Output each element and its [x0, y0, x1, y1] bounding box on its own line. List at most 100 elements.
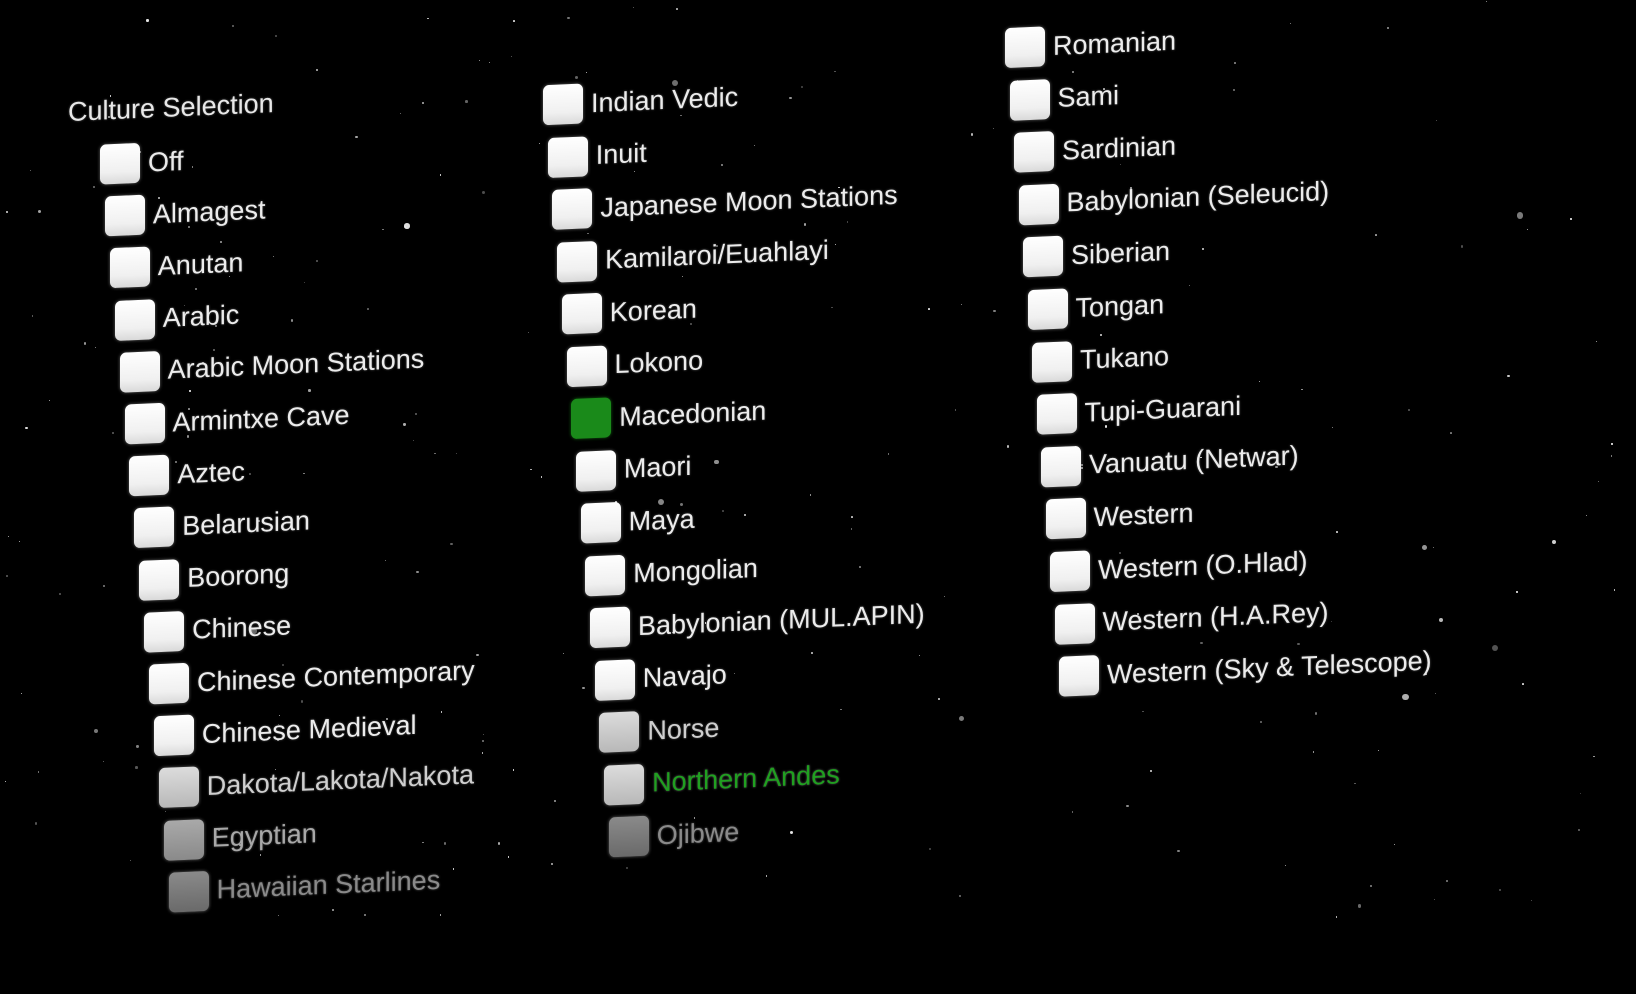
culture-checkbox[interactable]: [547, 135, 588, 178]
culture-checkbox[interactable]: [552, 188, 593, 230]
culture-option[interactable]: Western (O.Hlad): [1050, 537, 1308, 596]
culture-option[interactable]: Egyptian: [163, 810, 317, 865]
culture-checkbox[interactable]: [575, 449, 616, 492]
culture-checkbox[interactable]: [561, 292, 602, 335]
culture-option[interactable]: Mongolian: [585, 544, 758, 600]
culture-option[interactable]: Korean: [561, 285, 697, 339]
culture-checkbox[interactable]: [149, 662, 189, 705]
culture-checkbox[interactable]: [590, 606, 630, 649]
culture-option[interactable]: Maori: [575, 442, 692, 495]
culture-checkbox[interactable]: [566, 345, 607, 387]
culture-option[interactable]: Tongan: [1027, 280, 1164, 334]
culture-option[interactable]: Northern Andes: [604, 751, 840, 809]
culture-checkbox[interactable]: [543, 83, 583, 126]
culture-option[interactable]: Western (Sky & Telescope): [1059, 637, 1432, 701]
star: [675, 7, 678, 10]
culture-option[interactable]: Aztec: [129, 447, 245, 500]
culture-checkbox[interactable]: [139, 558, 180, 601]
culture-option-label: Anutan: [157, 247, 244, 282]
culture-checkbox[interactable]: [1050, 550, 1090, 593]
culture-checkbox[interactable]: [1009, 78, 1050, 121]
culture-checkbox[interactable]: [1027, 288, 1068, 331]
culture-option[interactable]: Chinese: [144, 602, 291, 656]
culture-checkbox[interactable]: [1018, 183, 1059, 226]
culture-checkbox[interactable]: [1041, 445, 1081, 488]
culture-checkbox[interactable]: [153, 714, 194, 757]
culture-checkbox[interactable]: [104, 194, 145, 237]
culture-option[interactable]: Siberian: [1023, 227, 1170, 281]
culture-option[interactable]: Babylonian (MUL.APIN): [590, 590, 925, 653]
culture-option[interactable]: Maya: [580, 495, 695, 548]
culture-option[interactable]: Anutan: [109, 239, 244, 293]
culture-option-label: Kamilaroi/Euahlayi: [605, 234, 829, 275]
culture-option[interactable]: Arabic: [114, 291, 240, 344]
culture-option[interactable]: Hawaiian Starlines: [168, 857, 440, 917]
culture-checkbox[interactable]: [1032, 340, 1072, 383]
culture-checkbox[interactable]: [144, 610, 185, 653]
culture-option[interactable]: Norse: [599, 704, 719, 757]
culture-checkbox[interactable]: [585, 554, 626, 596]
culture-option[interactable]: Off: [100, 137, 184, 189]
culture-option[interactable]: Romanian: [1005, 17, 1176, 72]
culture-checkbox[interactable]: [1036, 393, 1077, 435]
culture-option-label: Western (Sky & Telescope): [1107, 645, 1432, 690]
culture-option[interactable]: Vanuatu (Netwar): [1041, 432, 1299, 491]
culture-option-label: Japanese Moon Stations: [600, 179, 898, 223]
culture-option[interactable]: Sami: [1009, 72, 1119, 125]
culture-option[interactable]: Macedonian: [571, 387, 766, 444]
culture-option-label: Tupi-Guarani: [1084, 390, 1242, 428]
culture-checkbox[interactable]: [1014, 131, 1054, 173]
culture-option-label: Arabic: [162, 299, 240, 333]
culture-checkbox[interactable]: [163, 818, 204, 861]
culture-option-label: Mongolian: [633, 552, 758, 589]
culture-checkbox[interactable]: [557, 240, 598, 283]
culture-option[interactable]: Indian Vedic: [543, 73, 738, 130]
culture-checkbox[interactable]: [158, 766, 199, 809]
culture-checkbox[interactable]: [1059, 655, 1099, 697]
culture-option[interactable]: Belarusian: [134, 497, 310, 553]
culture-option[interactable]: Chinese Contemporary: [149, 646, 475, 708]
culture-checkbox[interactable]: [1054, 602, 1095, 645]
culture-option[interactable]: Tukano: [1032, 333, 1169, 387]
culture-checkbox[interactable]: [1005, 26, 1045, 69]
culture-checkbox[interactable]: [1023, 235, 1063, 278]
culture-option[interactable]: Kamilaroi/Euahlayi: [557, 226, 829, 286]
culture-option-label: Indian Vedic: [591, 81, 739, 118]
culture-option[interactable]: Armintxe Cave: [124, 391, 350, 449]
culture-option[interactable]: Chinese Medieval: [153, 701, 417, 760]
culture-option[interactable]: Navajo: [594, 651, 727, 705]
culture-option-label: Almagest: [152, 194, 266, 230]
culture-option[interactable]: Tupi-Guarani: [1036, 382, 1242, 439]
culture-option[interactable]: Dakota/Lakota/Nakota: [158, 751, 474, 813]
culture-option[interactable]: Babylonian (Seleucid): [1018, 168, 1329, 230]
culture-option-label: Chinese: [192, 610, 292, 645]
culture-option[interactable]: Inuit: [547, 129, 647, 181]
culture-option[interactable]: Lokono: [566, 337, 703, 391]
culture-checkbox[interactable]: [594, 658, 635, 701]
culture-option[interactable]: Western (H.A.Rey): [1054, 589, 1329, 649]
culture-checkbox[interactable]: [608, 815, 649, 858]
culture-checkbox[interactable]: [119, 350, 160, 393]
culture-checkbox[interactable]: [571, 397, 612, 440]
star: [274, 34, 278, 38]
culture-option-label: Maori: [623, 450, 692, 484]
culture-checkbox[interactable]: [134, 506, 175, 549]
culture-checkbox[interactable]: [599, 711, 640, 753]
culture-option[interactable]: Western: [1045, 489, 1194, 543]
culture-checkbox[interactable]: [100, 142, 140, 185]
culture-checkbox[interactable]: [109, 246, 150, 289]
culture-checkbox[interactable]: [580, 501, 621, 544]
culture-option[interactable]: Boorong: [139, 550, 289, 605]
culture-option[interactable]: Japanese Moon Stations: [552, 171, 898, 234]
culture-checkbox[interactable]: [114, 298, 155, 341]
culture-option[interactable]: Ojibwe: [608, 808, 739, 862]
culture-option-label: Inuit: [595, 137, 647, 170]
culture-option[interactable]: Arabic Moon Stations: [119, 335, 424, 396]
culture-checkbox[interactable]: [1045, 497, 1086, 540]
culture-checkbox[interactable]: [124, 402, 165, 445]
culture-checkbox[interactable]: [129, 454, 170, 497]
culture-option[interactable]: Sardinian: [1014, 122, 1176, 177]
culture-checkbox[interactable]: [604, 763, 645, 806]
culture-checkbox[interactable]: [168, 870, 209, 913]
culture-option[interactable]: Almagest: [104, 186, 266, 241]
